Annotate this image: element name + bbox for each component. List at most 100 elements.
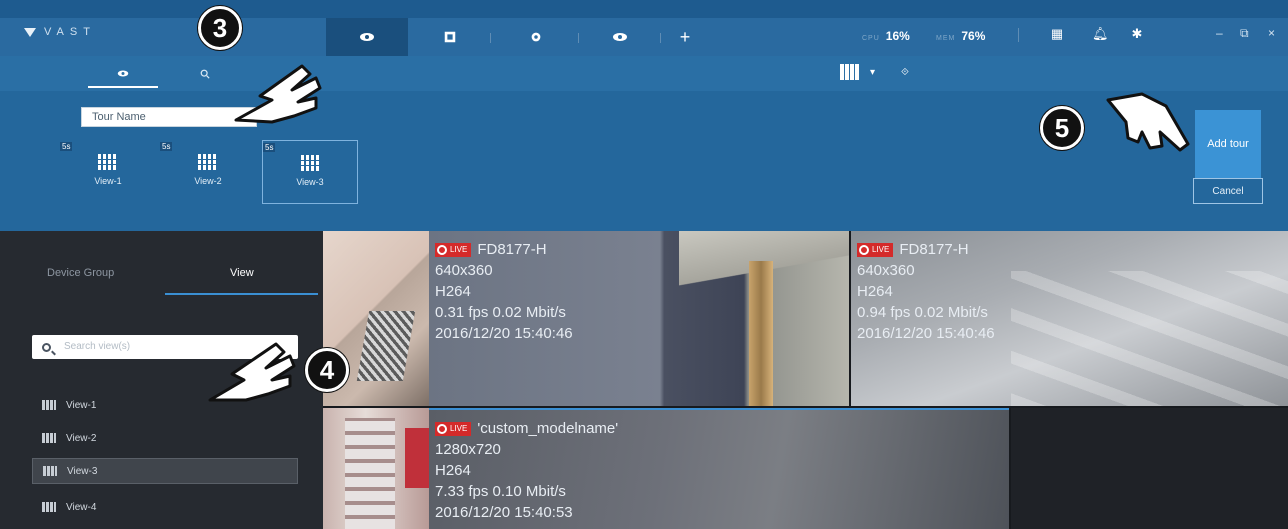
- view-layout-icon: [43, 466, 57, 476]
- tab-device-group[interactable]: Device Group: [47, 267, 114, 279]
- stream-info-overlay: LIVE FD8177-H 640x360 H264 0.31 fps 0.02 …: [435, 239, 573, 344]
- brand-mark-icon: [24, 27, 36, 37]
- view-layout-icon: [42, 400, 56, 410]
- active-tab-indicator: [165, 293, 318, 295]
- view-layout-icon: [301, 155, 319, 171]
- tab-settings[interactable]: [516, 18, 556, 56]
- tab-liveview-2[interactable]: [600, 18, 640, 56]
- frame-rate: 0.94 fps 0.02 Mbit/s: [857, 304, 988, 321]
- gear-icon: [531, 32, 541, 42]
- view-layout-icon: [42, 502, 56, 512]
- close-icon[interactable]: ×: [1268, 26, 1275, 40]
- live-badge: LIVE: [435, 242, 472, 257]
- bell-icon[interactable]: 🔔︎: [1092, 27, 1109, 41]
- tab-liveview[interactable]: [326, 18, 408, 56]
- step-marker-3: 3: [198, 6, 242, 50]
- frame-rate: 0.31 fps 0.02 Mbit/s: [435, 304, 566, 321]
- search-icon: [200, 69, 210, 79]
- plus-icon: +: [679, 26, 691, 47]
- view-label: View-2: [194, 176, 222, 186]
- layout-grid-icon: [840, 64, 860, 80]
- sequence-icon[interactable]: ⟐: [901, 67, 909, 78]
- sidebar-item-view-4[interactable]: View-4: [32, 494, 298, 520]
- layout-selector[interactable]: ▾ ⟐: [840, 64, 909, 80]
- scene-detail: [405, 428, 429, 488]
- frame-rate: 7.33 fps 0.10 Mbit/s: [435, 483, 566, 500]
- tab-view[interactable]: View: [230, 267, 254, 279]
- brand-logo: VAST: [24, 26, 96, 38]
- mem-usage: MEM 76%: [936, 29, 985, 43]
- view-layout-icon: [198, 154, 216, 170]
- search-icon: [42, 343, 51, 352]
- pointing-hand-icon: [234, 64, 322, 124]
- eye-icon: [613, 33, 627, 41]
- step-marker-5: 5: [1040, 106, 1084, 150]
- eye-icon: [360, 33, 374, 41]
- divider: [578, 33, 579, 43]
- stream-info-overlay: LIVE 'custom_modelname' 1280x720 H264 7.3…: [435, 418, 618, 523]
- video-feed-stream-3[interactable]: LIVE 'custom_modelname' 1280x720 H264 7.3…: [429, 408, 1009, 529]
- scene-detail: [749, 261, 773, 406]
- sidebar-item-view-2[interactable]: View-2: [32, 425, 298, 451]
- tour-view-2[interactable]: 5s View-2: [160, 140, 256, 204]
- sidebar-item-label: View-1: [66, 399, 97, 411]
- brand-name: VAST: [44, 26, 96, 38]
- tour-name-input[interactable]: Tour Name: [81, 107, 257, 127]
- step-marker-4: 4: [305, 348, 349, 392]
- cpu-label: CPU: [862, 35, 880, 42]
- view-label: View-1: [94, 176, 122, 186]
- panel-subtabs: ▾ ⟐: [0, 56, 1288, 91]
- view-layout-icon: [42, 433, 56, 443]
- video-feed[interactable]: [323, 408, 429, 529]
- view-label: View-3: [296, 177, 324, 187]
- mem-label: MEM: [936, 35, 956, 42]
- pointing-hand-icon: [1106, 92, 1190, 152]
- divider: [490, 33, 491, 43]
- cancel-button[interactable]: Cancel: [1193, 178, 1263, 204]
- camera-name: 'custom_modelname': [477, 420, 619, 437]
- live-badge: LIVE: [435, 421, 472, 436]
- resolution: 640x360: [435, 262, 493, 279]
- sidebar-item-view-3[interactable]: View-3: [32, 458, 298, 484]
- add-tab-button[interactable]: +: [670, 18, 700, 56]
- camera-name: FD8177-H: [477, 241, 547, 258]
- duration-badge: 5s: [60, 142, 73, 151]
- timestamp: 2016/12/20 15:40:46: [435, 325, 573, 342]
- playback-icon: [444, 31, 456, 43]
- eye-icon: [117, 70, 129, 77]
- tab-view-mode[interactable]: [88, 56, 158, 91]
- video-grid: LIVE FD8177-H 640x360 H264 0.31 fps 0.02 …: [323, 231, 1288, 529]
- scene-detail: [356, 311, 416, 381]
- scene-detail: [1011, 271, 1288, 406]
- tour-view-3[interactable]: 5s View-3: [262, 140, 358, 204]
- empty-video-slot[interactable]: [1011, 408, 1288, 529]
- top-bar: VAST + CPU 16% MEM 76% ▦ 🔔︎ ✱ – ⧉ ×: [0, 0, 1288, 56]
- pointing-hand-icon: [208, 342, 296, 402]
- cpu-usage: CPU 16%: [862, 29, 910, 43]
- resolution: 640x360: [857, 262, 915, 279]
- video-feed-stream-2[interactable]: LIVE FD8177-H 640x360 H264 0.94 fps 0.02 …: [851, 231, 1288, 406]
- codec: H264: [435, 283, 471, 300]
- restore-icon[interactable]: ⧉: [1240, 26, 1249, 41]
- mem-value: 76%: [961, 29, 986, 43]
- tour-view-1[interactable]: 5s View-1: [60, 140, 156, 204]
- sidebar-item-label: View-3: [67, 465, 98, 477]
- timestamp: 2016/12/20 15:40:53: [435, 504, 573, 521]
- add-tour-button[interactable]: Add tour: [1195, 110, 1261, 178]
- scene-detail: [345, 418, 395, 529]
- tour-panel: ▾ ⟐ Tour Name 5s View-1 5s View-2 5s Vie…: [0, 56, 1288, 231]
- tab-playback[interactable]: [430, 18, 470, 56]
- live-badge: LIVE: [857, 242, 894, 257]
- apps-grid-icon[interactable]: ▦: [1050, 27, 1064, 41]
- tab-search-mode[interactable]: [170, 56, 240, 91]
- minimize-icon[interactable]: –: [1216, 26, 1223, 40]
- chevron-down-icon: ▾: [870, 66, 876, 78]
- divider: [1018, 28, 1019, 42]
- resolution: 1280x720: [435, 441, 501, 458]
- divider: [660, 33, 661, 43]
- stream-info-overlay: LIVE FD8177-H 640x360 H264 0.94 fps 0.02 …: [857, 239, 995, 344]
- settings-gear-icon[interactable]: ✱: [1130, 27, 1144, 41]
- view-layout-icon: [98, 154, 116, 170]
- codec: H264: [435, 462, 471, 479]
- video-feed-stream-1[interactable]: LIVE FD8177-H 640x360 H264 0.31 fps 0.02 …: [429, 231, 849, 406]
